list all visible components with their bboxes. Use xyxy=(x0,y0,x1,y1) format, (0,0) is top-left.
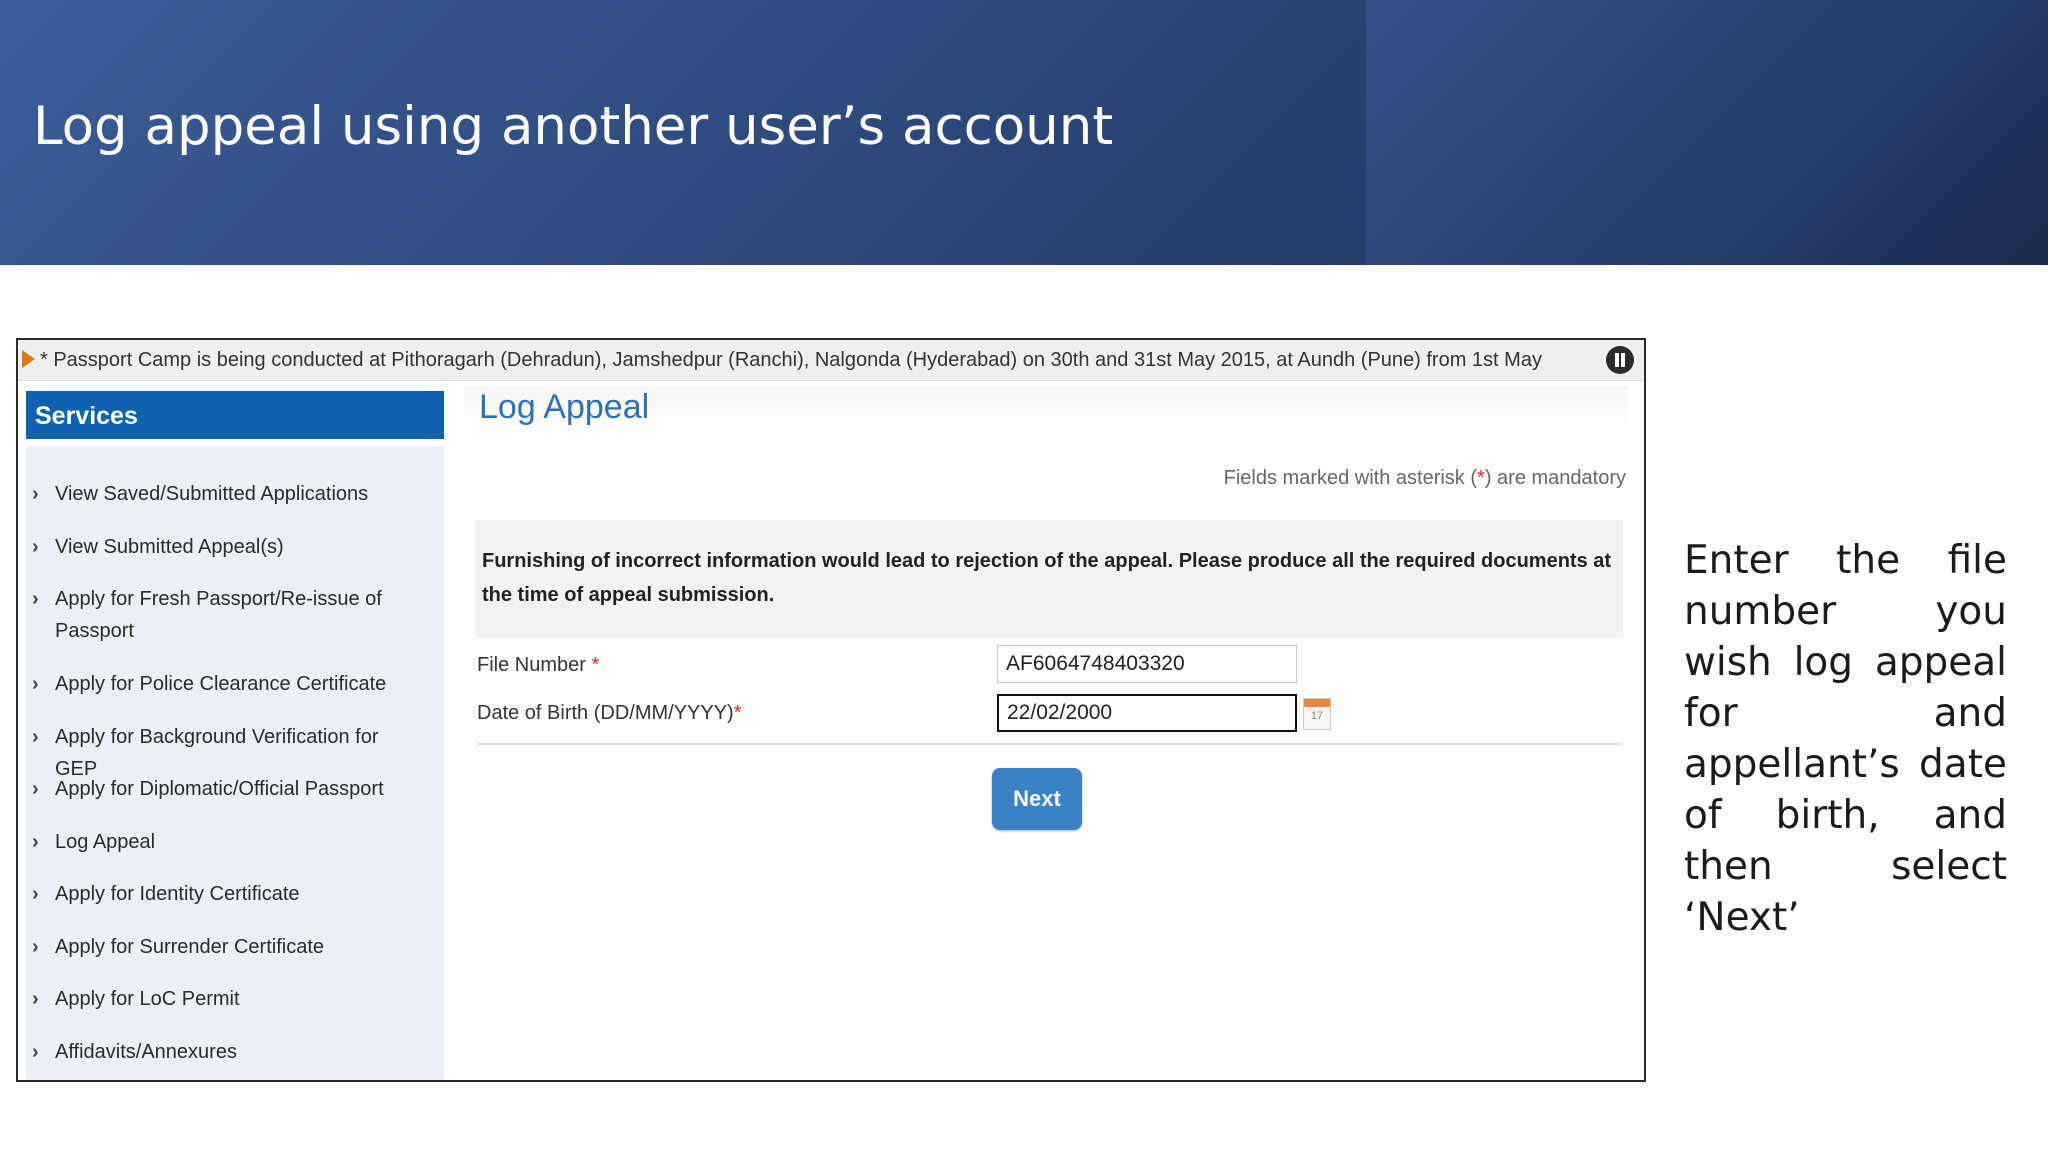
chevron-right-icon: › xyxy=(32,1041,39,1063)
services-heading: Services xyxy=(35,402,138,430)
required-asterisk: * xyxy=(591,654,600,676)
services-sidebar: › View Saved/Submitted Applications › Vi… xyxy=(26,446,444,1080)
title-banner-right xyxy=(1366,0,2048,265)
sidebar-item-label: Affidavits/Annexures xyxy=(55,1041,237,1063)
warning-text: Furnishing of incorrect information woul… xyxy=(482,550,1612,606)
sidebar-item-label: Apply for LoC Permit xyxy=(55,988,240,1010)
warning-box: Furnishing of incorrect information woul… xyxy=(475,520,1623,638)
calendar-icon-header xyxy=(1304,699,1330,707)
sidebar-item-label: Apply for Fresh Passport/Re-issue of Pas… xyxy=(55,588,382,642)
mandatory-note: Fields marked with asterisk (*) are mand… xyxy=(1018,467,1626,490)
sidebar-item-label: Apply for Identity Certificate xyxy=(55,883,300,905)
file-number-label: File Number * xyxy=(477,654,599,677)
chevron-right-icon: › xyxy=(32,726,39,748)
file-number-label-text: File Number xyxy=(477,654,586,676)
required-asterisk: * xyxy=(733,702,742,724)
pause-icon[interactable] xyxy=(1606,346,1634,374)
sidebar-item-label: Log Appeal xyxy=(55,831,156,853)
mandatory-note-text-end: ) are mandatory xyxy=(1484,467,1626,489)
sidebar-item-label: Apply for Surrender Certificate xyxy=(55,936,325,958)
chevron-right-icon: › xyxy=(32,831,39,853)
screenshot-frame: * Passport Camp is being conducted at Pi… xyxy=(16,338,1646,1082)
chevron-right-icon: › xyxy=(32,988,39,1010)
chevron-right-icon: › xyxy=(32,588,39,610)
next-button[interactable]: Next xyxy=(992,768,1082,830)
instruction-caption: Enter the file number you wish log appea… xyxy=(1684,538,2007,940)
news-ticker: * Passport Camp is being conducted at Pi… xyxy=(18,340,1644,381)
calendar-icon-day: 17 xyxy=(1310,710,1324,722)
calendar-icon[interactable]: 17 xyxy=(1303,698,1331,730)
form-divider xyxy=(477,743,1621,745)
chevron-right-icon: › xyxy=(32,936,39,958)
chevron-right-icon: › xyxy=(32,673,39,695)
chevron-right-icon: › xyxy=(32,778,39,800)
slide-title: Log appeal using another user’s account xyxy=(33,96,1114,157)
mandatory-note-text: Fields marked with asterisk ( xyxy=(1223,467,1478,489)
services-header: Services xyxy=(26,391,444,439)
sidebar-item-label: View Submitted Appeal(s) xyxy=(55,536,284,558)
sidebar-item-label: Apply for Police Clearance Certificate xyxy=(55,673,387,695)
sidebar-item-label: Apply for Diplomatic/Official Passport xyxy=(55,778,384,800)
dob-input[interactable] xyxy=(997,694,1297,732)
chevron-right-icon: › xyxy=(32,883,39,905)
ticker-text: * Passport Camp is being conducted at Pi… xyxy=(40,349,1542,371)
sidebar-item-label: View Saved/Submitted Applications xyxy=(55,483,369,505)
mandatory-asterisk: * xyxy=(1477,467,1485,489)
dob-label-text: Date of Birth (DD/MM/YYYY) xyxy=(477,702,734,724)
dob-label: Date of Birth (DD/MM/YYYY)* xyxy=(477,702,742,725)
page-title: Log Appeal xyxy=(479,388,650,426)
file-number-input[interactable] xyxy=(997,645,1297,683)
chevron-right-icon: › xyxy=(32,483,39,505)
ticker-arrow-icon xyxy=(22,350,35,368)
chevron-right-icon: › xyxy=(32,536,39,558)
